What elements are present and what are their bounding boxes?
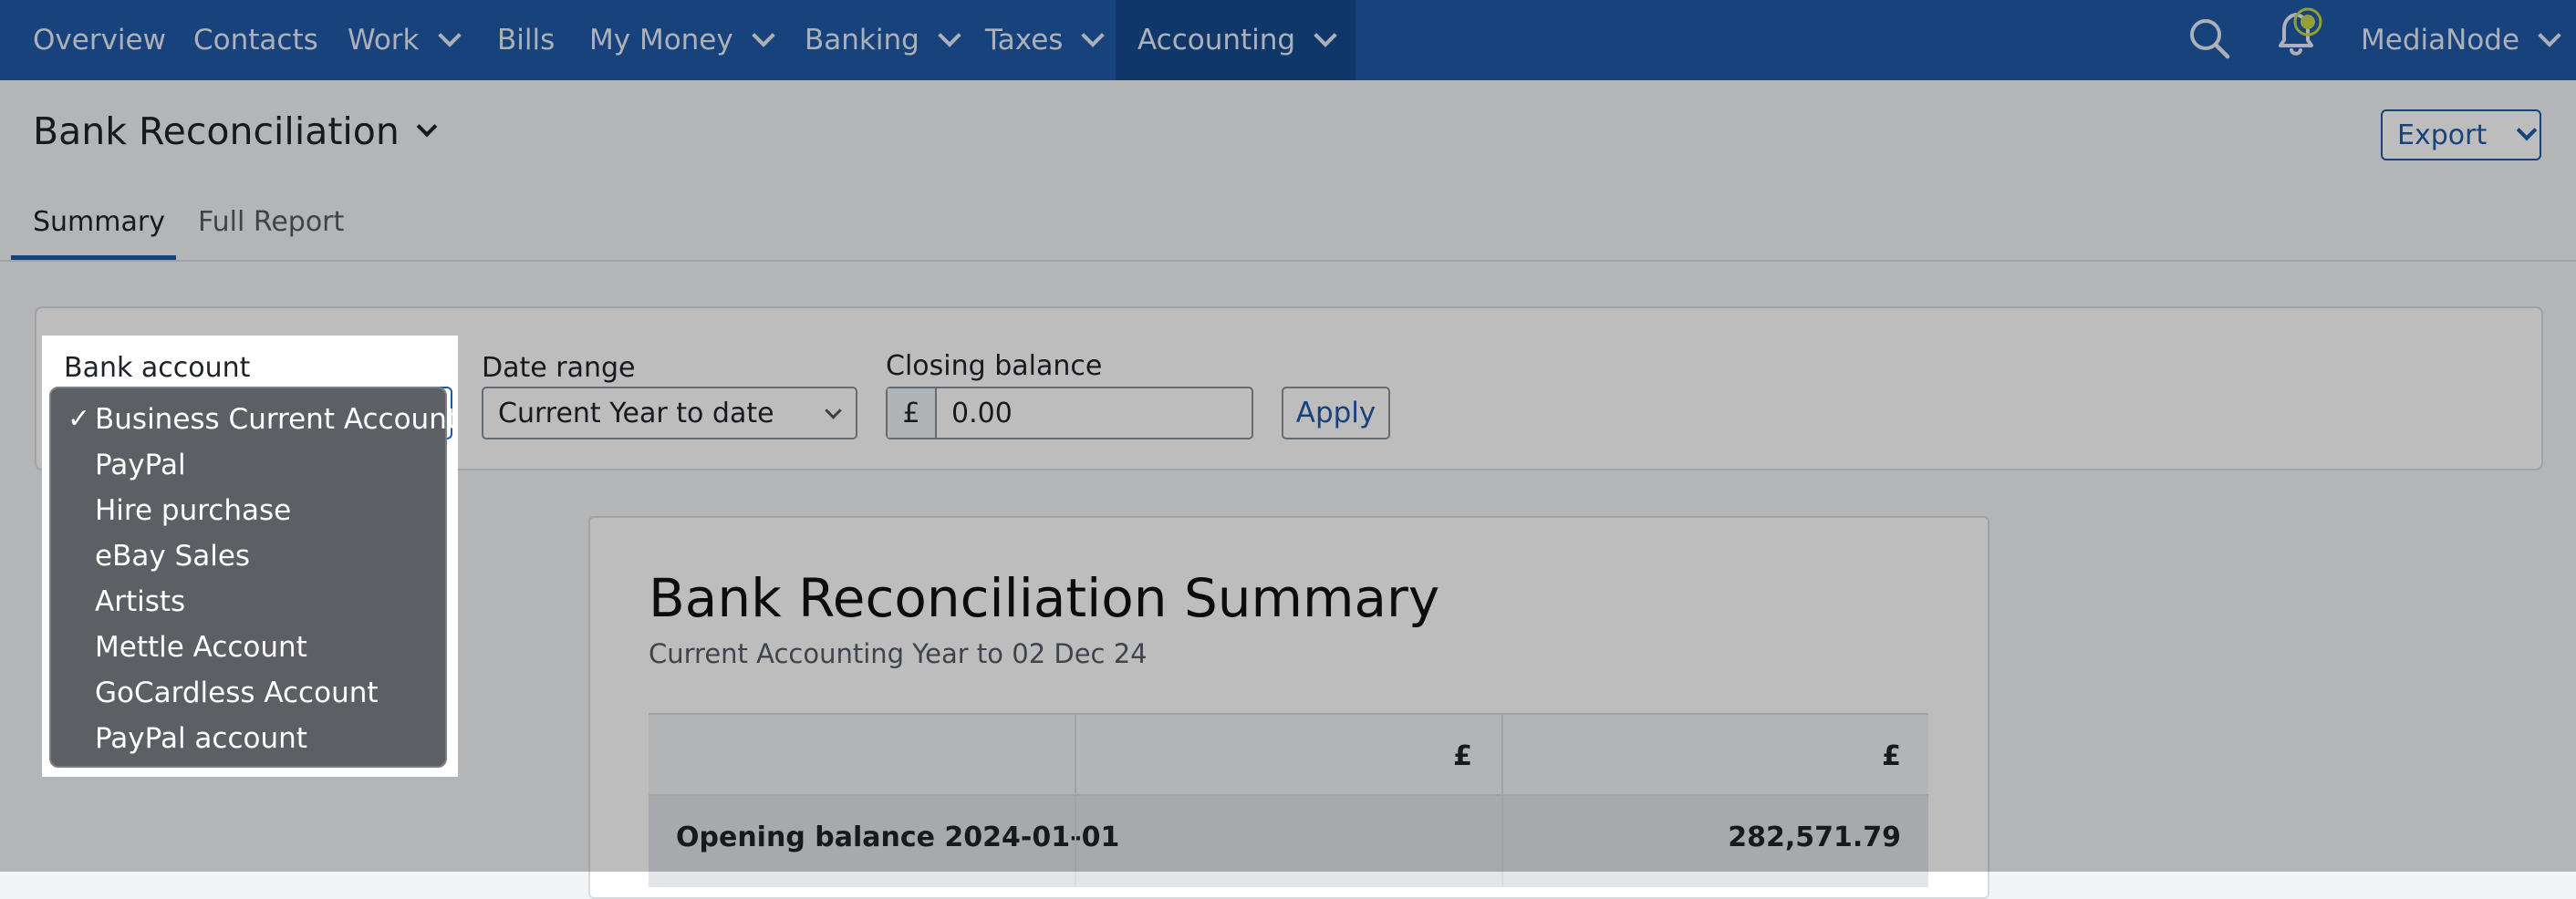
- check-icon: ✓: [68, 403, 91, 435]
- dropdown-option[interactable]: GoCardless Account: [95, 677, 379, 709]
- dropdown-option[interactable]: eBay Sales: [95, 540, 250, 573]
- bank-account-label: Bank account: [64, 352, 251, 384]
- dropdown-option[interactable]: Hire purchase: [95, 494, 291, 527]
- dropdown-option[interactable]: Business Current Account: [95, 403, 458, 436]
- dropdown-option[interactable]: PayPal: [95, 449, 186, 481]
- bank-account-dropdown: ✓ Business Current Account PayPal Hire p…: [49, 387, 458, 768]
- dropdown-option[interactable]: PayPal account: [95, 722, 307, 755]
- dropdown-option[interactable]: Mettle Account: [95, 631, 307, 664]
- dropdown-option[interactable]: Artists: [95, 585, 185, 618]
